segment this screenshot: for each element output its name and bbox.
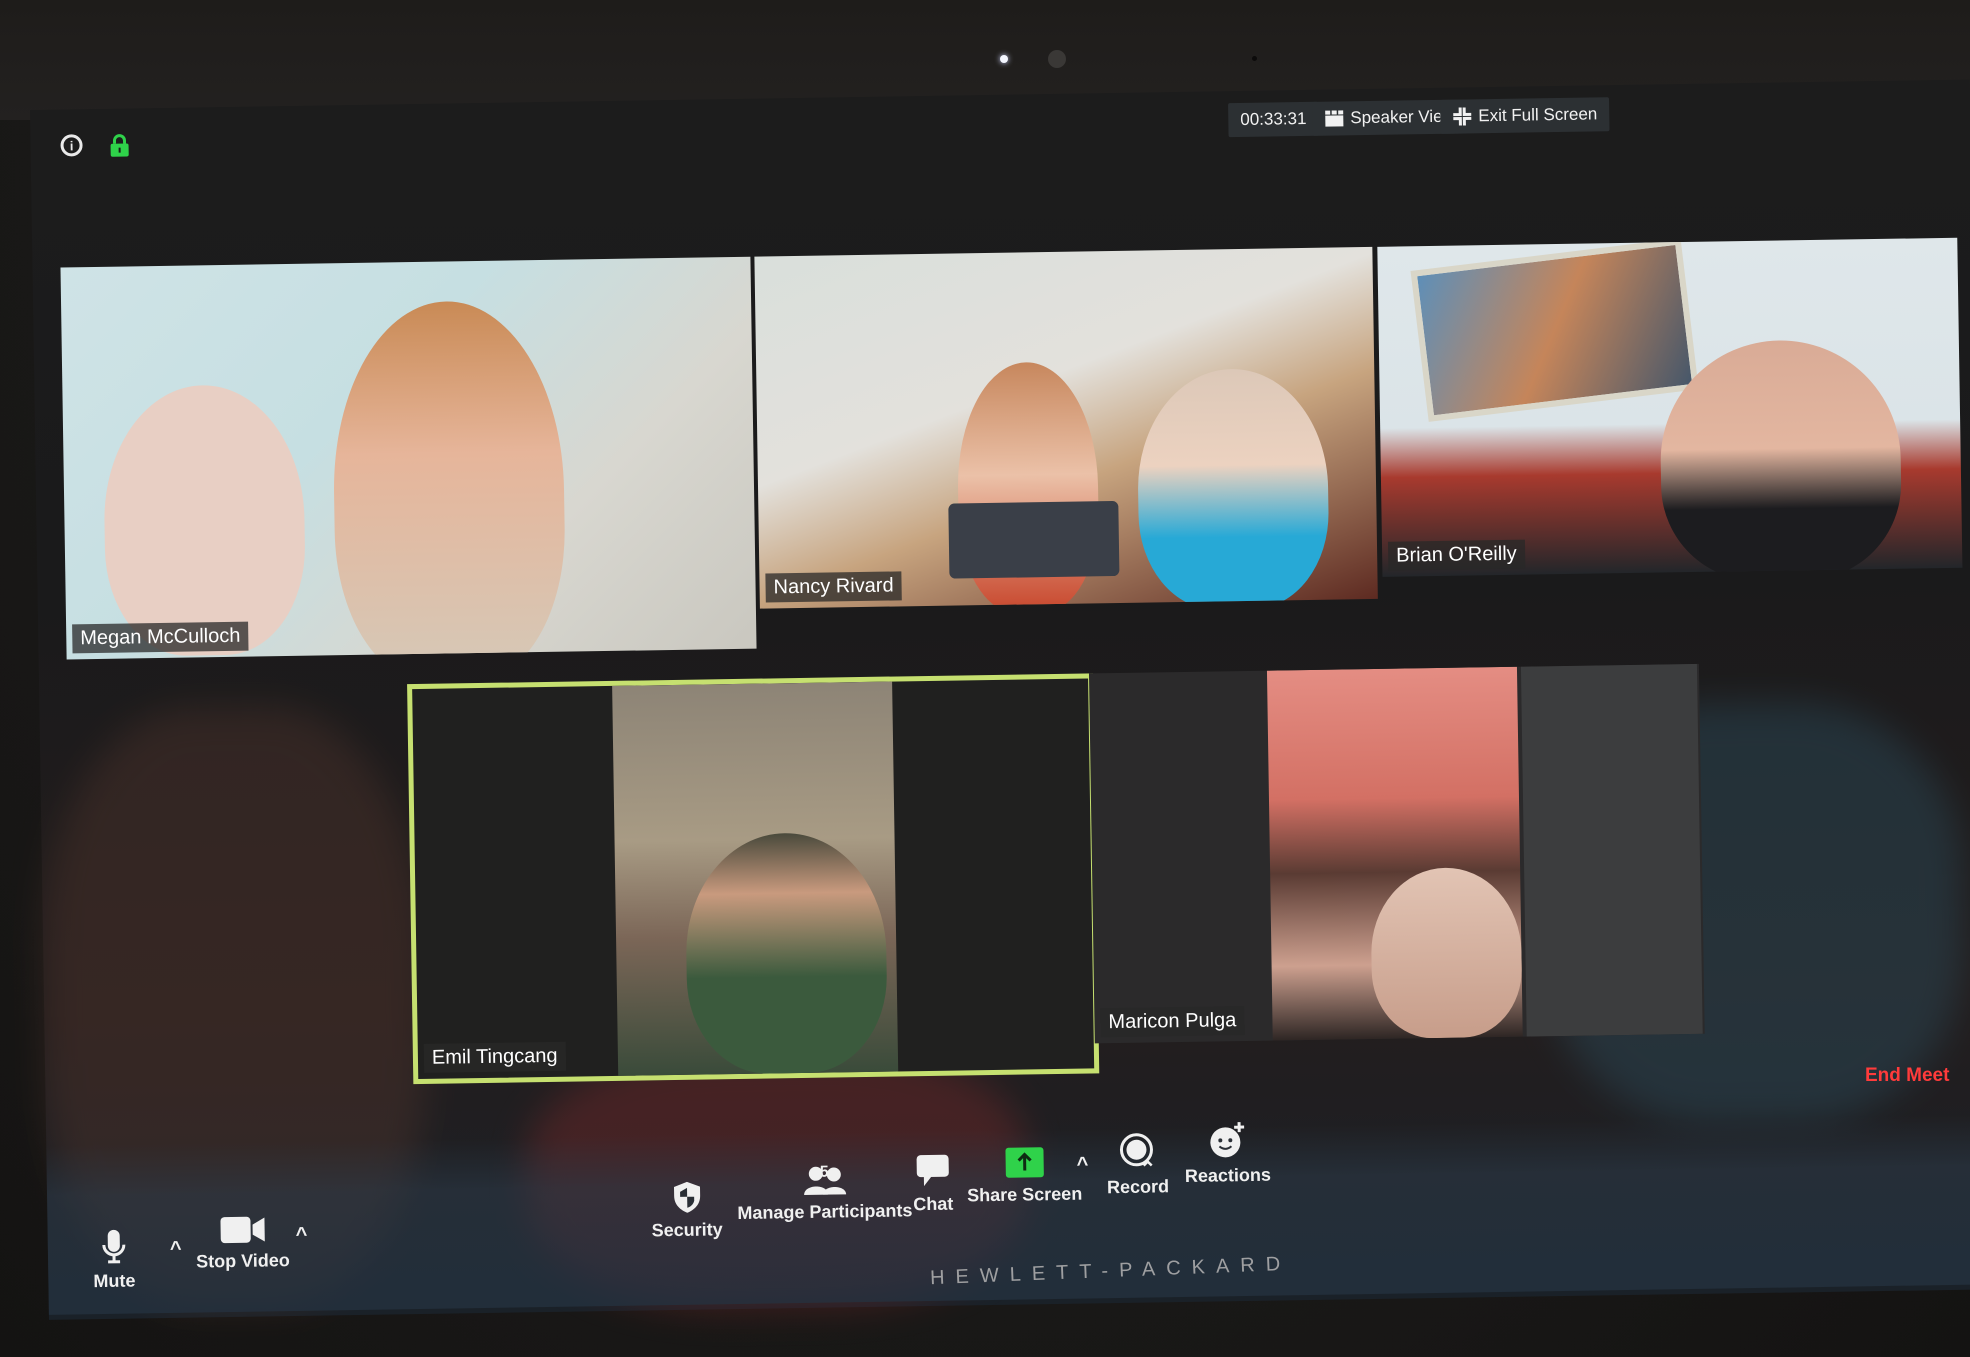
- share-screen-label: Share Screen: [967, 1183, 1083, 1206]
- record-icon: [1119, 1133, 1153, 1167]
- video-camera-icon: [220, 1216, 265, 1244]
- participant-figure: [684, 831, 889, 1075]
- meeting-timer: 00:33:31: [1228, 101, 1319, 138]
- zoom-meeting-window: i 00:33:31 Speaker View Exit Full Screen…: [30, 79, 1970, 1320]
- participant-video: [612, 681, 899, 1076]
- video-tile-nancy-rivard[interactable]: Nancy Rivard: [754, 246, 1378, 609]
- phone-in-hand: [948, 500, 1120, 579]
- participant-count: 5: [819, 1163, 829, 1181]
- participant-name: Maricon Pulga: [1100, 1006, 1245, 1038]
- participant-video: [1266, 666, 1523, 1041]
- video-options-caret[interactable]: ^: [296, 1224, 308, 1247]
- mute-button[interactable]: Mute: [93, 1228, 136, 1292]
- exit-full-screen-label: Exit Full Screen: [1478, 104, 1598, 126]
- reactions-smiley-icon: [1210, 1122, 1245, 1158]
- video-tile-emil-tingcang[interactable]: Emil Tingcang: [407, 673, 1100, 1085]
- shield-icon: [673, 1181, 700, 1213]
- share-screen-icon: [1004, 1147, 1044, 1178]
- mute-label: Mute: [93, 1270, 136, 1292]
- participant-figure: [1370, 866, 1523, 1040]
- security-label: Security: [651, 1219, 723, 1241]
- microphone-icon: [102, 1229, 126, 1264]
- participant-name: Brian O'Reilly: [1387, 539, 1525, 571]
- exit-full-screen-icon: [1453, 107, 1472, 126]
- info-icon[interactable]: i: [60, 134, 83, 157]
- audio-options-caret[interactable]: ^: [170, 1238, 182, 1261]
- participant-name: Megan McCulloch: [72, 621, 249, 654]
- stop-video-button[interactable]: Stop Video: [195, 1214, 290, 1272]
- timer-text: 00:33:31: [1240, 108, 1307, 129]
- manage-participants-label: Manage Participants: [737, 1200, 913, 1224]
- stop-video-label: Stop Video: [195, 1250, 290, 1272]
- record-label: Record: [1106, 1176, 1170, 1198]
- video-tile-brian-oreilly[interactable]: Brian O'Reilly: [1377, 237, 1963, 577]
- chat-label: Chat: [913, 1193, 954, 1215]
- participant-name: Nancy Rivard: [765, 571, 902, 603]
- share-options-caret[interactable]: ^: [1077, 1154, 1089, 1177]
- participant-video: [1658, 338, 1903, 577]
- lock-icon[interactable]: [108, 133, 130, 157]
- microphone-pinhole: [1252, 56, 1257, 61]
- webcam-lens: [1048, 50, 1066, 68]
- record-button[interactable]: Record: [1106, 1132, 1169, 1198]
- webcam-led: [1000, 55, 1008, 63]
- participant-name: Emil Tingcang: [423, 1041, 566, 1073]
- share-screen-button[interactable]: Share Screen: [966, 1146, 1082, 1207]
- reactions-button[interactable]: Reactions: [1184, 1121, 1271, 1187]
- chat-bubble-icon: [916, 1154, 949, 1187]
- video-tile-maricon-pulga[interactable]: Maricon Pulga: [1088, 663, 1705, 1044]
- end-meeting-button[interactable]: End Meet: [1865, 1065, 1949, 1087]
- video-tile-megan-mcculloch[interactable]: Megan McCulloch: [60, 256, 757, 660]
- wall-painting: [1410, 238, 1699, 422]
- participant-video: [1136, 367, 1330, 609]
- video-letterbox: [1520, 663, 1703, 1037]
- chat-button[interactable]: Chat: [913, 1154, 954, 1216]
- reactions-label: Reactions: [1184, 1164, 1272, 1186]
- participant-hand: [102, 383, 307, 657]
- participant-video: [331, 299, 568, 660]
- security-button[interactable]: Security: [651, 1179, 723, 1241]
- exit-full-screen-button[interactable]: Exit Full Screen: [1440, 97, 1610, 134]
- speaker-view-icon: [1325, 110, 1344, 127]
